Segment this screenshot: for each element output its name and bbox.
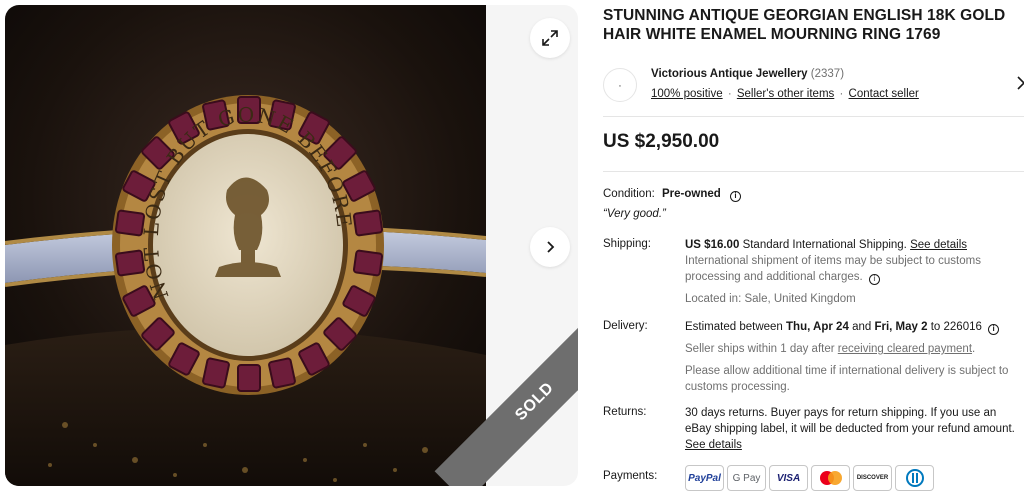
paypal-icon: PayPal <box>685 465 724 491</box>
seller-positive-link[interactable]: 100% positive <box>651 88 723 100</box>
returns-text: 30 days returns. Buyer pays for return s… <box>685 407 1015 435</box>
sold-label: SOLD <box>512 379 558 425</box>
delivery-details: Estimated between Thu, Apr 24 and Fri, M… <box>685 319 1024 395</box>
info-icon[interactable]: i <box>988 324 1000 335</box>
shipping-details: US $16.00 Standard International Shippin… <box>685 237 1024 307</box>
seller-name[interactable]: Victorious Antique Jewellery <box>651 68 808 80</box>
chevron-right-icon <box>547 241 555 253</box>
delivery-zip: to 226016 <box>930 321 982 333</box>
listing-title: STUNNING ANTIQUE GEORGIAN ENGLISH 18K GO… <box>603 7 1006 43</box>
price: US $2,950.00 <box>603 131 720 152</box>
info-icon[interactable]: i <box>730 191 741 202</box>
delivery-end-date: Fri, May 2 <box>874 321 928 333</box>
seller-feedback-count: (2337) <box>810 68 845 80</box>
seller-avatar[interactable]: ● <box>603 68 637 102</box>
ships-within-prefix: Seller ships within 1 day after <box>685 343 835 355</box>
shipping-method: Standard International Shipping. <box>742 239 907 251</box>
shipping-cost: US $16.00 <box>685 239 740 251</box>
returns-details: 30 days returns. Buyer pays for return s… <box>685 405 1024 453</box>
condition-label: Condition: <box>603 188 655 200</box>
separator-dot: · <box>727 88 732 100</box>
visa-icon: VISA <box>769 465 808 491</box>
shipping-customs-note: International shipment of items may be s… <box>685 255 981 283</box>
delivery-estimate-prefix: Estimated between <box>685 321 783 333</box>
divider <box>603 171 1024 172</box>
seller-other-items-link[interactable]: Seller's other items <box>737 88 834 100</box>
condition-value: Pre-owned <box>662 188 721 200</box>
google-pay-icon: G Pay <box>727 465 766 491</box>
payments-label: Payments: <box>603 470 658 482</box>
returns-see-details-link[interactable]: See details <box>685 437 1024 453</box>
divider <box>603 116 1024 117</box>
payment-methods: PayPal G Pay VISA DISCOVER <box>685 465 934 491</box>
cleared-payment-link[interactable]: receiving cleared payment <box>838 343 972 355</box>
diners-icon <box>895 465 934 491</box>
condition-note: “Very good.” <box>603 208 666 220</box>
chevron-right-icon[interactable] <box>1017 76 1024 90</box>
seller-name-line: Victorious Antique Jewellery (2337) <box>651 68 844 80</box>
shipping-see-details-link[interactable]: See details <box>910 239 967 251</box>
seller-links: 100% positive · Seller's other items · C… <box>651 88 919 100</box>
separator-dot: · <box>839 88 844 100</box>
seller-card: ● Victorious Antique Jewellery (2337) 10… <box>603 62 1024 112</box>
delivery-label: Delivery: <box>603 320 648 332</box>
shipping-label: Shipping: <box>603 238 651 250</box>
delivery-customs-note: Please allow additional time if internat… <box>685 365 1009 393</box>
image-gallery: NOT LOST BUT GONE BEFORE SOLD <box>5 5 578 486</box>
info-icon[interactable]: i <box>868 274 880 285</box>
returns-label: Returns: <box>603 406 647 418</box>
condition-row: Condition: Pre-owned i <box>603 188 741 202</box>
delivery-and: and <box>852 321 872 333</box>
contact-seller-link[interactable]: Contact seller <box>849 88 919 100</box>
listing-panel: STUNNING ANTIQUE GEORGIAN ENGLISH 18K GO… <box>603 0 1024 491</box>
product-photo[interactable]: NOT LOST BUT GONE BEFORE <box>5 5 486 486</box>
discover-icon: DISCOVER <box>853 465 892 491</box>
ships-within-suffix: . <box>972 343 976 355</box>
ring-photo-illustration: NOT LOST BUT GONE BEFORE <box>5 5 486 486</box>
mastercard-icon <box>811 465 850 491</box>
item-location: Located in: Sale, United Kingdom <box>685 293 856 305</box>
next-image-button[interactable] <box>530 227 570 267</box>
expand-icon <box>542 30 558 46</box>
delivery-start-date: Thu, Apr 24 <box>786 321 849 333</box>
expand-image-button[interactable] <box>530 18 570 58</box>
